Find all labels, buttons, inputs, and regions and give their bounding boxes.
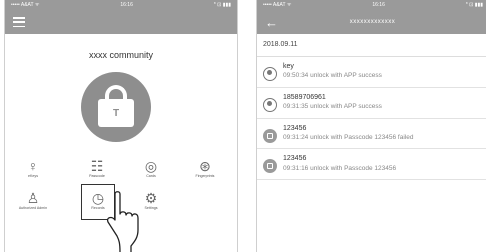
app-bar: ← xxxxxxxxxxxxx (257, 10, 486, 34)
admin-icon: ♙ (26, 190, 40, 206)
passcode-icon: ☷ (90, 158, 104, 174)
authorized-admin-label: Authorized Admin (18, 206, 48, 210)
record-item[interactable]: key 09:50:34 unlock with APP success (257, 57, 486, 88)
passcode-label: Passcode (89, 174, 105, 178)
records-screen: ••••• A&AT ᯤ 16:16 * ⊡ ▮▮▮ ← xxxxxxxxxxx… (256, 0, 486, 252)
record-item[interactable]: 18589706961 09:31:35 unlock with APP suc… (257, 88, 486, 119)
fingerprints-label: Fingerprints (195, 174, 215, 178)
status-bar: ••••• A&AT ᯤ 16:16 * ⊡ ▮▮▮ (257, 0, 486, 10)
status-bar: ••••• A&AT ᯤ 16:16 * ⊡ ▮▮▮ (5, 0, 237, 10)
community-title: xxxx community (88, 50, 153, 60)
record-item[interactable]: 123456 09:31:16 unlock with Passcode 123… (257, 149, 486, 181)
cards-button[interactable]: ◎ Cards (131, 158, 171, 179)
menu-icon[interactable] (13, 17, 25, 27)
battery-indicator: * ⊡ ▮▮▮ (465, 2, 483, 8)
record-user: 123456 (283, 155, 307, 163)
home-screen: ••••• A&AT ᯤ 16:16 * ⊡ ▮▮▮ xxxx communit… (4, 0, 238, 252)
ekeys-label: eKeys (28, 174, 38, 178)
page-title: xxxxxxxxxxxxx (349, 19, 396, 25)
user-icon (263, 97, 277, 112)
record-user: key (283, 63, 294, 70)
authorized-admin-button[interactable]: ♙ Authorized Admin (13, 190, 53, 211)
ekey-icon: ♀ (27, 158, 39, 174)
carrier-signal: ••••• A&AT ᯤ (11, 2, 40, 8)
record-item[interactable]: 123456 09:31:24 unlock with Passcode 123… (257, 119, 486, 150)
record-user: 18589706961 (283, 93, 326, 101)
fingerprint-icon: ⊛ (199, 158, 211, 174)
card-icon: ◎ (144, 158, 158, 174)
lock-icon: T (98, 99, 134, 127)
app-bar (5, 10, 237, 34)
unlock-button[interactable]: T (81, 72, 151, 142)
battery-indicator: * ⊡ ▮▮▮ (213, 2, 231, 8)
pointing-hand-icon (106, 191, 139, 252)
cards-label: Cards (146, 174, 156, 178)
record-detail: 09:50:34 unlock with APP success (283, 72, 382, 80)
record-detail: 09:31:35 unlock with APP success (283, 103, 382, 111)
passcode-icon (263, 128, 277, 143)
passcode-icon (263, 159, 277, 174)
ekeys-button[interactable]: ♀ eKeys (13, 158, 53, 179)
record-detail: 09:31:16 unlock with Passcode 123456 (283, 164, 397, 172)
status-time: 16:16 (372, 2, 385, 8)
back-arrow-icon[interactable]: ← (265, 16, 278, 29)
records-date: 2018.09.11 (257, 34, 486, 57)
status-time: 16:16 (120, 2, 133, 8)
passcode-button[interactable]: ☷ Passcode (77, 158, 117, 179)
fingerprints-button[interactable]: ⊛ Fingerprints (185, 158, 225, 179)
user-icon (263, 67, 277, 81)
record-detail: 09:31:24 unlock with Passcode 123456 fai… (283, 134, 414, 142)
record-user: 123456 (283, 124, 307, 132)
carrier-signal: ••••• A&AT ᯤ (263, 2, 292, 8)
